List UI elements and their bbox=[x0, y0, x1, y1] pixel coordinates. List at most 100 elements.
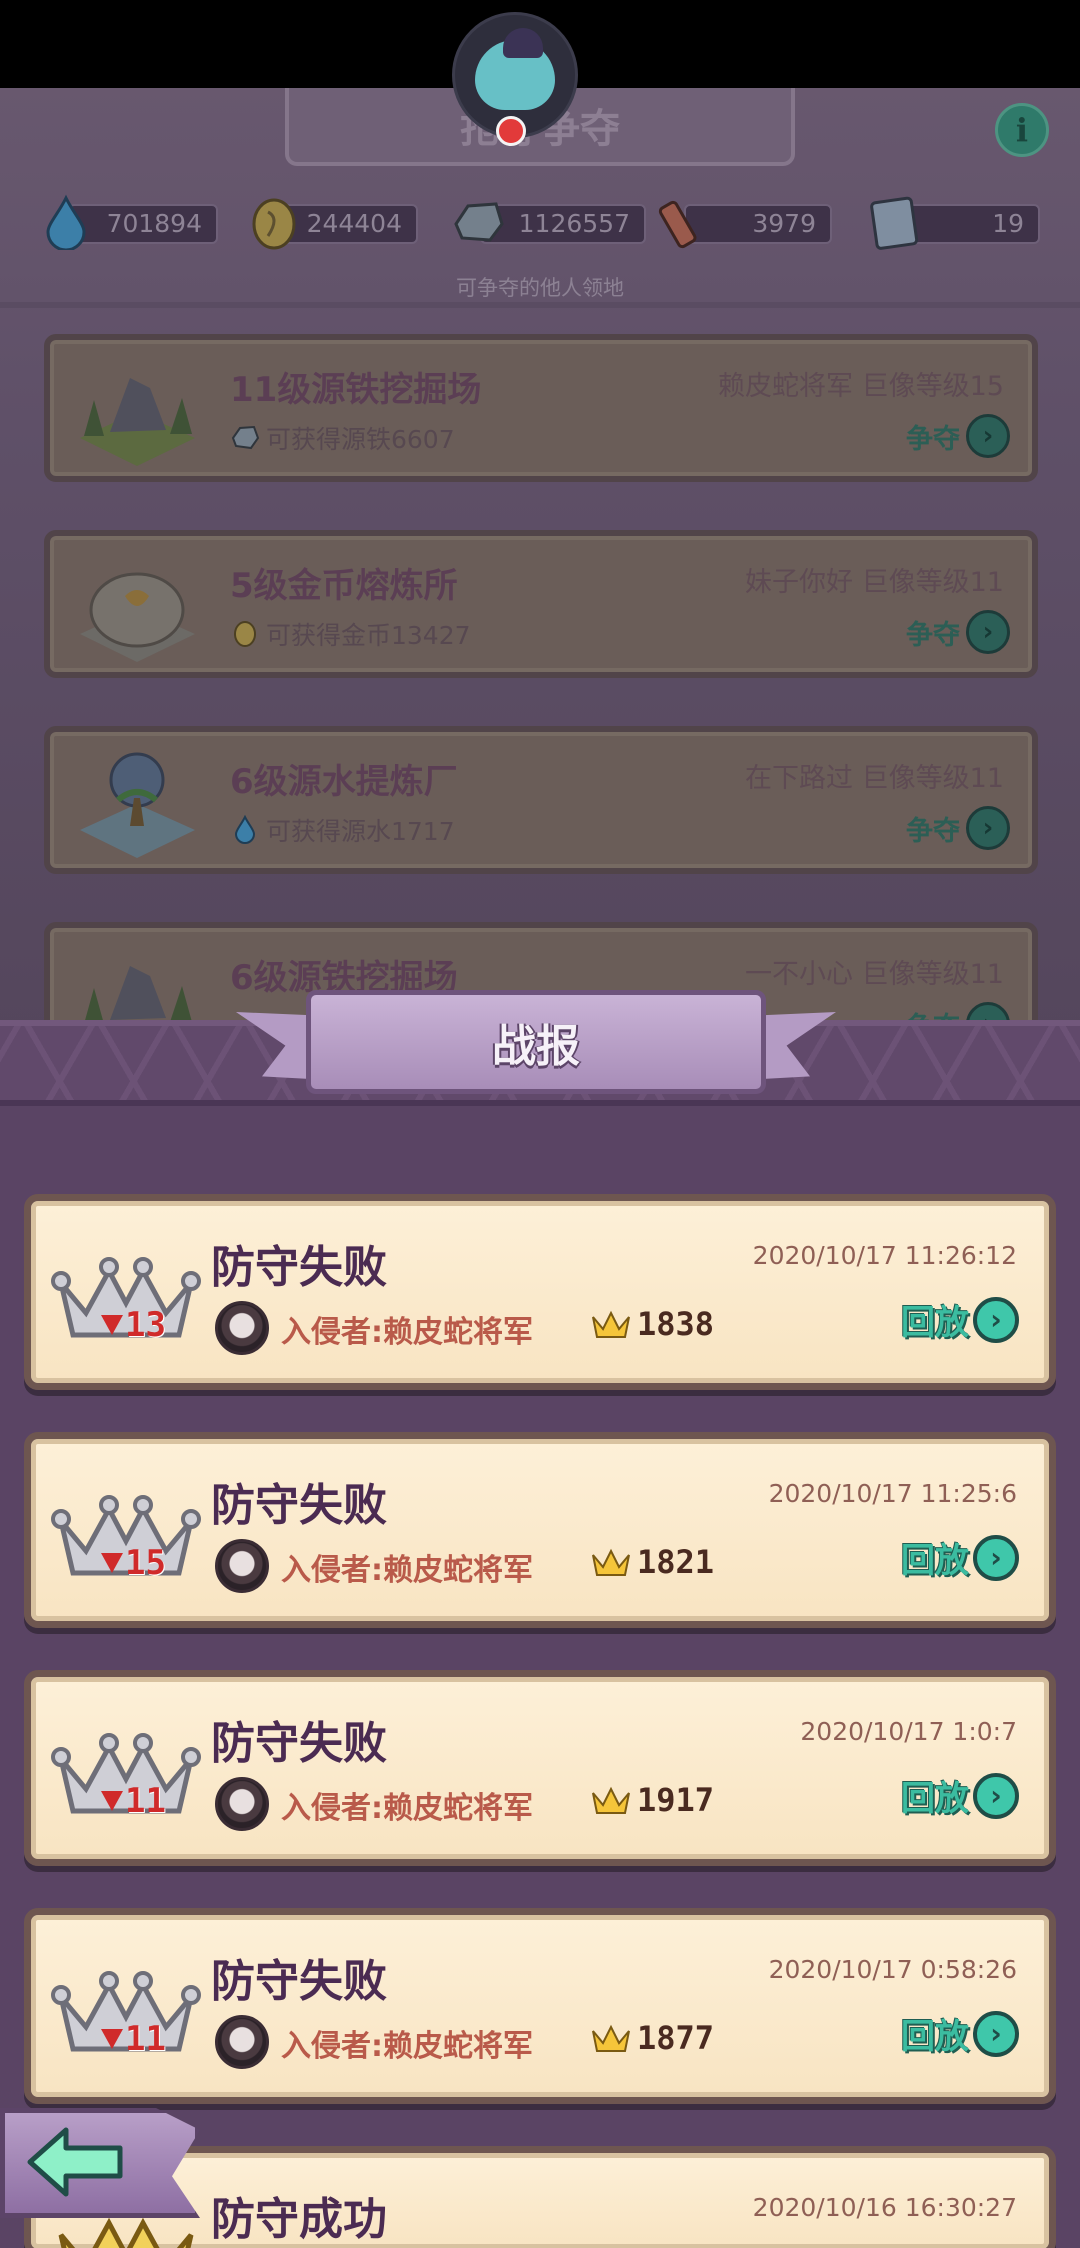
invader-avatar bbox=[215, 2015, 269, 2069]
rank-change: 11 bbox=[101, 1781, 166, 1821]
arrow-down-icon bbox=[101, 1315, 123, 1335]
battle-report-title: 战报 bbox=[492, 1021, 580, 1072]
territory-name: 5级金币熔炼所 bbox=[230, 566, 458, 606]
trophy-count: 1838 bbox=[591, 1305, 714, 1343]
water-drop-icon bbox=[234, 814, 256, 844]
territory-card: 6级源水提炼厂 可获得源水1717 在下路过 巨像等级11 争夺 › bbox=[44, 726, 1038, 874]
arrow-down-icon bbox=[101, 2029, 123, 2049]
territory-reward: 可获得源水1717 bbox=[230, 812, 455, 848]
gold-smelter-building-icon bbox=[80, 572, 195, 662]
invader-name: 入侵者:赖皮蛇将军 bbox=[281, 1553, 533, 1588]
gold-coin-icon bbox=[252, 198, 296, 250]
replay-button[interactable]: 回放 › bbox=[901, 2009, 1019, 2058]
replay-label: 回放 bbox=[901, 1541, 969, 1581]
battle-timestamp: 2020/10/17 11:26:12 bbox=[752, 1241, 1017, 1270]
info-icon: i bbox=[1015, 111, 1029, 149]
replay-button[interactable]: 回放 › bbox=[901, 1533, 1019, 1582]
battle-timestamp: 2020/10/17 1:0:7 bbox=[800, 1717, 1017, 1746]
contest-button[interactable]: 争夺 › bbox=[906, 412, 1010, 460]
iron-ore-icon bbox=[231, 425, 260, 450]
arrow-right-icon: › bbox=[973, 1296, 1019, 1343]
arrow-down-icon bbox=[101, 1791, 123, 1811]
divider bbox=[0, 302, 1080, 308]
arrow-right-icon: › bbox=[966, 806, 1010, 850]
battle-result: 防守失败 bbox=[211, 1242, 387, 1293]
battle-report-entry: 11 防守失败 2020/10/17 0:58:26 入侵者:赖皮蛇将军 187… bbox=[24, 1908, 1056, 2104]
battle-result: 防守失败 bbox=[211, 1718, 387, 1769]
rank-change-value: 15 bbox=[125, 1543, 166, 1583]
battle-report-banner: 战报 bbox=[236, 986, 836, 1106]
rank-change: 15 bbox=[101, 1543, 166, 1583]
iron-ore-icon bbox=[454, 202, 504, 242]
mascot-icon bbox=[475, 28, 555, 110]
battle-timestamp: 2020/10/17 11:25:6 bbox=[768, 1479, 1017, 1508]
resource-water: 701894 bbox=[38, 194, 224, 250]
territory-owner: 赖皮蛇将军 巨像等级15 bbox=[718, 371, 1004, 402]
crown-icon-wrap: 15 bbox=[51, 1481, 201, 1591]
trophy-crown-icon bbox=[592, 1548, 630, 1576]
crown-icon-wrap: 13 bbox=[51, 1243, 201, 1353]
invader-name: 入侵者:赖皮蛇将军 bbox=[281, 1315, 533, 1350]
trophy-crown-icon bbox=[592, 1786, 630, 1814]
arrow-right-icon: › bbox=[966, 610, 1010, 654]
invader-avatar bbox=[215, 1777, 269, 1831]
contest-button[interactable]: 争夺 › bbox=[906, 608, 1010, 656]
territory-owner: 妹子你好 巨像等级11 bbox=[745, 567, 1004, 598]
battle-result: 防守成功 bbox=[211, 2194, 387, 2245]
trophy-crown-icon bbox=[592, 2024, 630, 2052]
resource-iron: 1126557 bbox=[450, 194, 646, 250]
banner-plaque: 战报 bbox=[306, 990, 766, 1094]
water-refinery-building-icon bbox=[80, 752, 195, 858]
territory-reward: 可获得源铁6607 bbox=[230, 420, 455, 456]
invader-name: 入侵者:赖皮蛇将军 bbox=[281, 1791, 533, 1826]
battle-timestamp: 2020/10/17 0:58:26 bbox=[768, 1955, 1017, 1984]
battle-report-entry: 15 防守失败 2020/10/17 11:25:6 入侵者:赖皮蛇将军 182… bbox=[24, 1432, 1056, 1628]
battle-timestamp: 2020/10/16 16:30:27 bbox=[752, 2193, 1017, 2222]
water-drop-icon bbox=[46, 194, 86, 250]
trophy-score: 1821 bbox=[637, 1543, 715, 1581]
arrow-right-icon: › bbox=[973, 1534, 1019, 1581]
iron-mine-building-icon bbox=[80, 378, 195, 466]
info-button[interactable]: i bbox=[995, 103, 1049, 157]
territory-card: 11级源铁挖掘场 可获得源铁6607 赖皮蛇将军 巨像等级15 争夺 › bbox=[44, 334, 1038, 482]
arrow-right-icon: › bbox=[973, 1772, 1019, 1819]
back-arrow-icon bbox=[27, 2127, 123, 2197]
territory-name: 6级源水提炼厂 bbox=[230, 762, 458, 802]
contest-label: 争夺 bbox=[906, 423, 960, 455]
crown-icon-wrap: 11 bbox=[51, 1957, 201, 2067]
trophy-score: 1877 bbox=[637, 2019, 715, 2057]
crown-icon-wrap: 11 bbox=[51, 1719, 201, 1829]
trophy-count: 1877 bbox=[591, 2019, 714, 2057]
rank-change-value: 13 bbox=[125, 1305, 166, 1345]
territory-owner: 在下路过 巨像等级11 bbox=[745, 763, 1004, 794]
battle-report-entry: 13 防守失败 2020/10/17 11:26:12 入侵者:赖皮蛇将军 18… bbox=[24, 1194, 1056, 1390]
territory-screen-dimmed: 抢夺争夺 i 701894 244404 1126557 3979 19 可 bbox=[0, 0, 1080, 1070]
trophy-score: 1917 bbox=[637, 1781, 715, 1819]
invader-name: 入侵者:赖皮蛇将军 bbox=[281, 2029, 533, 2064]
replay-label: 回放 bbox=[901, 1779, 969, 1819]
back-button[interactable] bbox=[0, 2100, 220, 2248]
territory-reward-text: 可获得金币13427 bbox=[266, 621, 471, 650]
trophy-count: 1917 bbox=[591, 1781, 714, 1819]
gold-coin-icon bbox=[234, 621, 256, 647]
replay-label: 回放 bbox=[901, 2017, 969, 2057]
resource-gold: 244404 bbox=[246, 194, 418, 250]
resource-score: 19 bbox=[868, 194, 1040, 250]
resource-scroll: 3979 bbox=[654, 194, 832, 250]
contest-button[interactable]: 争夺 › bbox=[906, 804, 1010, 852]
replay-button[interactable]: 回放 › bbox=[901, 1295, 1019, 1344]
rank-change: 13 bbox=[101, 1305, 166, 1345]
territory-reward-text: 可获得源水1717 bbox=[266, 817, 455, 846]
rank-change-value: 11 bbox=[125, 2019, 166, 2059]
contest-label: 争夺 bbox=[906, 815, 960, 847]
replay-button[interactable]: 回放 › bbox=[901, 1771, 1019, 1820]
trophy-crown-icon bbox=[592, 1310, 630, 1338]
contest-label: 争夺 bbox=[906, 619, 960, 651]
invader-avatar bbox=[215, 1301, 269, 1355]
score-card-icon bbox=[870, 196, 919, 250]
invader-avatar bbox=[215, 1539, 269, 1593]
battle-result: 防守失败 bbox=[211, 1480, 387, 1531]
territory-subtitle: 可争夺的他人领地 bbox=[456, 276, 624, 300]
arrow-right-icon: › bbox=[966, 414, 1010, 458]
rank-change: 11 bbox=[101, 2019, 166, 2059]
